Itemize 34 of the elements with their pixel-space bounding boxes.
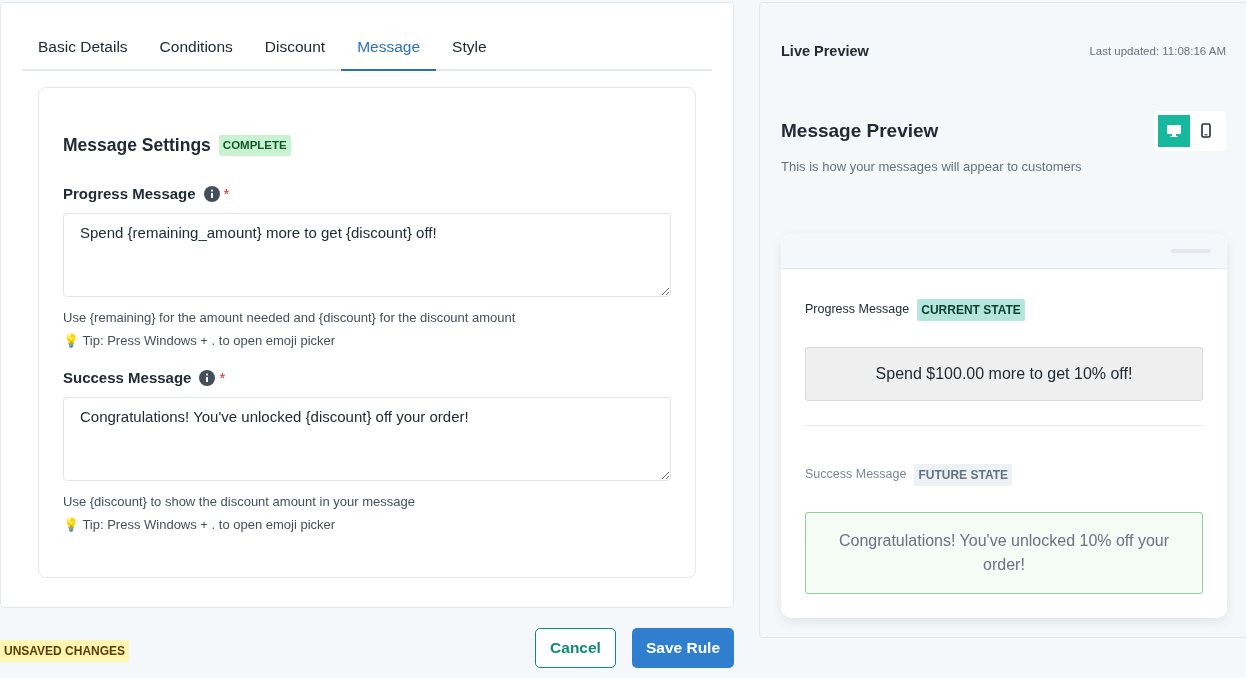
- help-text: Use {remaining} for the amount needed and {discount} for the discount amount: [63, 308, 517, 327]
- tip-text: 💡 Tip: Press Windows + . to open emoji picker: [63, 516, 337, 534]
- state-badge: CURRENT STATE: [917, 298, 1025, 321]
- state-badge: FUTURE STATE: [914, 463, 1012, 486]
- info-icon[interactable]: [203, 185, 220, 202]
- preview-label: Progress Message: [805, 301, 910, 319]
- help-text: Use {discount} to show the discount amount in your message: [63, 492, 416, 511]
- required-marker: *: [219, 367, 226, 388]
- save-button[interactable]: Save Rule: [632, 628, 734, 668]
- section-title: Message Settings: [63, 134, 211, 158]
- monitor-icon: [1167, 124, 1181, 137]
- field-label: Success Message: [63, 367, 192, 388]
- tab[interactable]: Message: [341, 25, 437, 72]
- status-badge: COMPLETE: [218, 134, 291, 156]
- field-label: Progress Message: [63, 183, 196, 204]
- preview-heading: Message Preview: [781, 118, 940, 143]
- panel-title: Live Preview: [781, 42, 869, 61]
- message-field[interactable]: Congratulations! You've unlocked {discount} off your order!: [63, 397, 671, 481]
- tip-text: 💡 Tip: Press Windows + . to open emoji picker: [63, 332, 337, 350]
- tab[interactable]: Basic Details: [22, 25, 144, 72]
- message-field[interactable]: Spend {remaining_amount} more to get {discount} off!: [63, 213, 671, 297]
- tab[interactable]: Conditions: [143, 25, 249, 72]
- tab[interactable]: Style: [436, 25, 503, 72]
- cancel-button[interactable]: Cancel: [535, 628, 616, 668]
- tab[interactable]: Discount: [248, 25, 342, 72]
- timestamp: Last updated: 11:08:16 AM: [1089, 44, 1226, 60]
- required-marker: *: [223, 183, 230, 204]
- unsaved-badge: UNSAVED CHANGES: [0, 640, 130, 662]
- preview-subtitle: This is how your messages will appear to customers: [781, 158, 1082, 177]
- preview-message: Spend $100.00 more to get 10% off!: [805, 346, 1203, 401]
- preview-label: Success Message: [805, 466, 907, 484]
- preview-message: Congratulations! You've unlocked 10% off your order!: [805, 511, 1203, 594]
- phone-icon: [1201, 123, 1211, 139]
- info-icon[interactable]: [199, 369, 216, 386]
